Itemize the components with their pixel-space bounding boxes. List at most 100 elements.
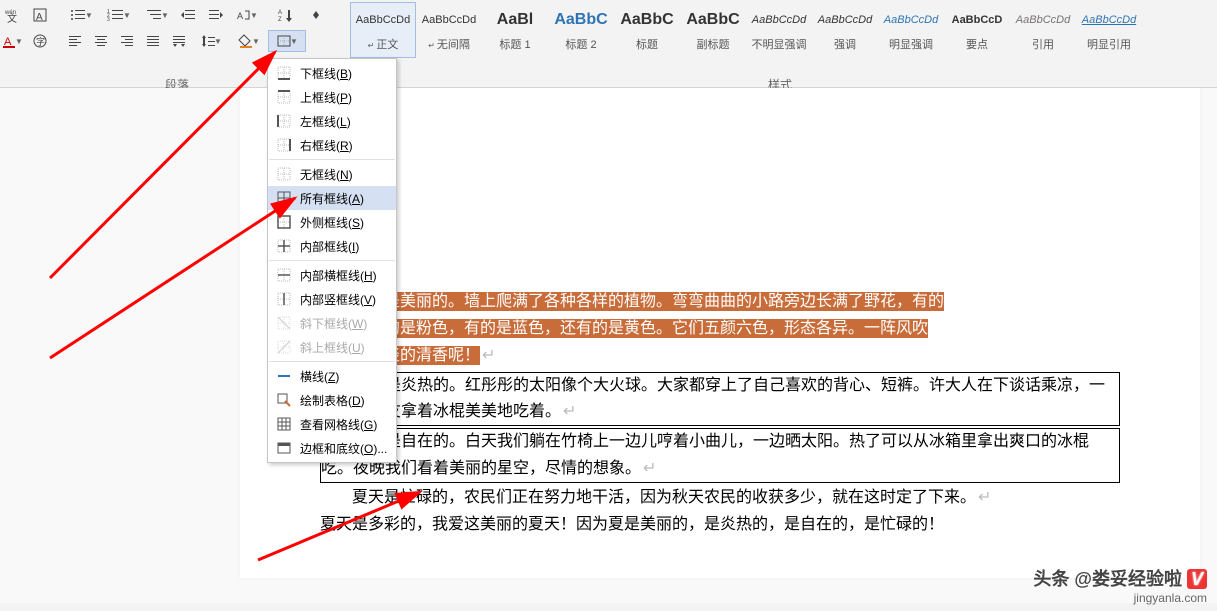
decrease-indent-button[interactable] <box>176 4 202 26</box>
menu-item-drawtable[interactable]: 绘制表格(D) <box>268 388 396 412</box>
document-area: 夏天是美丽的。墙上爬满了各种各样的植物。弯弯曲曲的小路旁边长满了野花，有的 紫色… <box>0 88 1217 603</box>
menu-item-none[interactable]: 无框线(N) <box>268 162 396 186</box>
style-preview: AaBbCcDd <box>1016 8 1070 32</box>
menu-separator <box>269 260 395 261</box>
numbered-list-button[interactable]: 123 ▼ <box>100 4 138 26</box>
align-left-button[interactable] <box>62 30 88 52</box>
style-name: 标题 <box>636 36 658 52</box>
left-border-icon <box>276 113 292 129</box>
menu-item-left[interactable]: 左框线(L) <box>268 109 396 133</box>
character-border-button[interactable]: A <box>28 4 52 26</box>
dialog-border-icon <box>276 440 292 456</box>
style-item-10[interactable]: AaBbCcDd 引用 <box>1010 2 1076 58</box>
style-item-2[interactable]: AaBl标题 1 <box>482 2 548 58</box>
paragraph-mark-icon: ↵ <box>563 403 576 420</box>
style-item-1[interactable]: AaBbCcDd↵无间隔 <box>416 2 482 58</box>
style-preview: AaBbCcDd <box>818 8 872 32</box>
style-name: 不明显强调 <box>752 36 807 52</box>
svg-text:3: 3 <box>107 17 110 22</box>
menu-item-bottom[interactable]: 下框线(B) <box>268 61 396 85</box>
style-item-6[interactable]: AaBbCcDd 不明显强调 <box>746 2 812 58</box>
style-item-7[interactable]: AaBbCcDd 强调 <box>812 2 878 58</box>
style-preview: AaBbCcDd <box>422 8 476 32</box>
diag-border-icon <box>276 315 292 331</box>
menu-item-label: 无框线(N) <box>300 166 388 183</box>
paragraph-text: 夏天是自在的。白天我们躺在竹椅上一边儿哼着小曲儿，一边晒太阳。热了可以从冰箱里拿… <box>321 433 1089 476</box>
menu-item-right[interactable]: 右框线(R) <box>268 133 396 157</box>
align-right-button[interactable] <box>114 30 140 52</box>
menu-item-label: 左框线(L) <box>300 113 388 130</box>
menu-separator <box>269 159 395 160</box>
style-preview: AaBbC <box>620 8 673 32</box>
bullet-list-button[interactable]: ▼ <box>62 4 100 26</box>
bordered-paragraph: 夏天是自在的。白天我们躺在竹椅上一边儿哼着小曲儿，一边晒太阳。热了可以从冰箱里拿… <box>320 428 1120 483</box>
style-item-5[interactable]: AaBbC副标题 <box>680 2 746 58</box>
outside-border-icon <box>276 214 292 230</box>
hinside-border-icon <box>276 267 292 283</box>
menu-item-inside[interactable]: 内部框线(I) <box>268 234 396 258</box>
dropdown-arrow-icon: ▼ <box>290 37 298 46</box>
style-item-4[interactable]: AaBbC 标题 <box>614 2 680 58</box>
ribbon: wén文 A A ▼ 字 ▼ 123 ▼ <box>0 0 1217 88</box>
menu-item-outside[interactable]: 外侧框线(S) <box>268 210 396 234</box>
borders-dropdown-menu: 下框线(B) 上框线(P) 左框线(L) 右框线(R) 无框线(N) 所有框线(A) 外侧框… <box>267 58 397 463</box>
dropdown-arrow-icon: ▼ <box>15 37 23 46</box>
style-preview: AaBbCcDd <box>1082 8 1136 32</box>
shading-button[interactable]: ▼ <box>230 30 268 52</box>
svg-text:A: A <box>237 11 243 21</box>
phonetic-guide-button[interactable]: wén文 <box>0 4 24 26</box>
menu-item-label: 上框线(P) <box>300 89 388 106</box>
paragraph-mark-icon: ↵ <box>978 489 991 506</box>
document-content: 夏天是美丽的。墙上爬满了各种各样的植物。弯弯曲曲的小路旁边长满了野花，有的 紫色… <box>320 288 1120 538</box>
menu-item-top[interactable]: 上框线(P) <box>268 85 396 109</box>
increase-indent-button[interactable] <box>202 4 228 26</box>
menu-item-label: 斜上框线(U) <box>300 339 388 356</box>
paragraph-text: 夏天是炎热的。红彤彤的太阳像个大火球。大家都穿上了自己喜欢的背心、短裤。许大人在… <box>321 377 1105 420</box>
draw-border-icon <box>276 392 292 408</box>
dropdown-arrow-icon: ▼ <box>252 37 260 46</box>
menu-item-hline[interactable]: 横线(Z) <box>268 364 396 388</box>
style-preview: AaBbCcDd <box>752 8 806 32</box>
style-name: 标题 2 <box>565 36 596 52</box>
style-preview: AaBbCcDd <box>356 8 410 32</box>
menu-item-hinside[interactable]: 内部横框线(H) <box>268 263 396 287</box>
svg-text:Z: Z <box>278 17 282 22</box>
inside-border-icon <box>276 238 292 254</box>
line-spacing-button[interactable]: ▼ <box>192 30 230 52</box>
style-item-0[interactable]: AaBbCcDd↵正文 <box>350 2 416 58</box>
menu-separator <box>269 361 395 362</box>
style-item-8[interactable]: AaBbCcDd明显强调 <box>878 2 944 58</box>
menu-item-viewgrid[interactable]: 查看网格线(G) <box>268 412 396 436</box>
style-name: 明显引用 <box>1087 36 1131 52</box>
sort-button[interactable]: AZ <box>266 4 304 26</box>
style-name: 要点 <box>966 36 988 52</box>
text-direction-button[interactable]: A ▼ <box>228 4 266 26</box>
style-preview: AaBbC <box>686 8 739 32</box>
style-name: 强调 <box>834 36 856 52</box>
enclose-character-button[interactable]: 字 <box>28 30 52 52</box>
font-color-button[interactable]: A ▼ <box>0 30 24 52</box>
style-item-3[interactable]: AaBbC 标题 2 <box>548 2 614 58</box>
menu-item-label: 横线(Z) <box>300 368 388 385</box>
style-preview: AaBbC <box>554 8 607 32</box>
menu-item-label: 所有框线(A) <box>300 190 388 207</box>
svg-text:A: A <box>36 12 43 23</box>
align-center-button[interactable] <box>88 30 114 52</box>
show-marks-button[interactable] <box>304 4 330 26</box>
menu-item-bshading[interactable]: 边框和底纹(O)... <box>268 436 396 460</box>
align-distributed-button[interactable] <box>166 30 192 52</box>
style-name: 引用 <box>1032 36 1054 52</box>
borders-button[interactable]: ▼ <box>268 30 306 52</box>
style-item-11[interactable]: AaBbCcDd 明显引用 <box>1076 2 1142 58</box>
menu-item-vinside[interactable]: 内部竖框线(V) <box>268 287 396 311</box>
style-name: 明显强调 <box>889 36 933 52</box>
vinside-border-icon <box>276 291 292 307</box>
align-justify-button[interactable] <box>140 30 166 52</box>
menu-item-all[interactable]: 所有框线(A) <box>268 186 396 210</box>
style-item-9[interactable]: AaBbCcD要点 <box>944 2 1010 58</box>
multilevel-list-button[interactable]: ▼ <box>138 4 176 26</box>
paragraph-mark-icon: ↵ <box>643 460 656 477</box>
dropdown-arrow-icon: ▼ <box>161 11 169 20</box>
paragraph-group: ▼ 123 ▼ ▼ A ▼ AZ <box>62 4 330 56</box>
none-border-icon <box>276 166 292 182</box>
